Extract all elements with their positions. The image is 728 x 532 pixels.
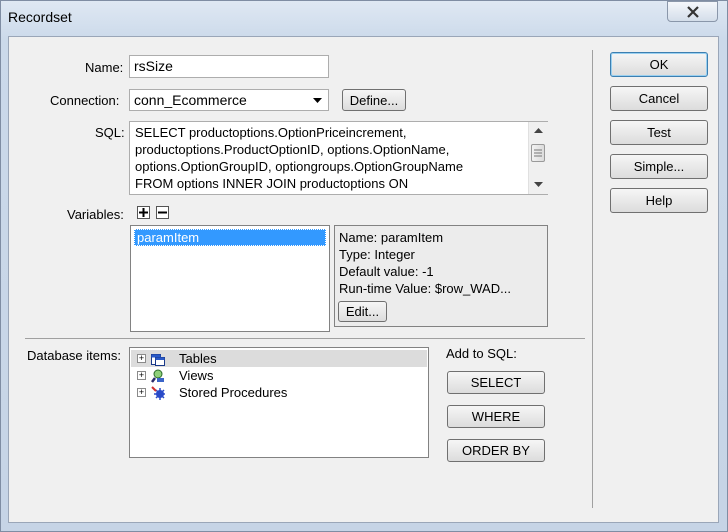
tables-icon (151, 353, 165, 366)
remove-variable-button[interactable] (156, 206, 169, 219)
chevron-down-icon (313, 98, 322, 103)
tree-item-stored-procedures[interactable]: + Stored Procedures (131, 384, 287, 401)
vertical-divider (592, 50, 593, 508)
connection-label: Connection: (50, 93, 120, 108)
views-icon (151, 369, 164, 383)
variable-type-text: Type: Integer (339, 247, 415, 262)
edit-variable-button[interactable]: Edit... (338, 301, 387, 322)
tree-item-label: Stored Procedures (179, 385, 288, 400)
tree-item-views[interactable]: + Views (131, 367, 213, 384)
cancel-button[interactable]: Cancel (610, 86, 708, 111)
name-label: Name: (85, 60, 124, 75)
sql-line: FROM options INNER JOIN productoptions O… (135, 176, 409, 191)
minus-icon (158, 211, 167, 214)
help-button[interactable]: Help (610, 188, 708, 213)
add-to-sql-label: Add to SQL: (446, 346, 517, 361)
scroll-thumb[interactable] (531, 144, 545, 162)
define-button[interactable]: Define... (342, 89, 406, 111)
add-select-button[interactable]: SELECT (447, 371, 545, 394)
ok-button[interactable]: OK (610, 52, 708, 77)
sql-line: options.OptionGroupID, optiongroups.Opti… (135, 159, 464, 174)
variables-label: Variables: (67, 207, 124, 222)
variable-name-text: Name: paramItem (339, 230, 444, 245)
plus-icon (139, 208, 148, 217)
section-divider (25, 338, 585, 339)
sql-line: productoptions.ProductOptionID, options.… (135, 142, 450, 157)
sql-line: SELECT productoptions.OptionPriceincreme… (135, 125, 407, 140)
sql-textarea[interactable]: SELECT productoptions.OptionPriceincreme… (129, 121, 548, 195)
variable-default-text: Default value: -1 (339, 264, 434, 279)
scroll-down-icon[interactable] (534, 182, 543, 187)
close-icon (686, 5, 699, 18)
name-input[interactable]: rsSize (129, 55, 329, 78)
expand-icon[interactable]: + (137, 371, 146, 380)
title-bar[interactable]: Recordset (0, 0, 728, 36)
simple-button[interactable]: Simple... (610, 154, 708, 179)
tree-item-label: Views (179, 368, 214, 383)
test-button[interactable]: Test (610, 120, 708, 145)
connection-select[interactable]: conn_Ecommerce (129, 89, 329, 111)
expand-icon[interactable]: + (137, 354, 146, 363)
expand-icon[interactable]: + (137, 388, 146, 397)
connection-value: conn_Ecommerce (134, 92, 247, 108)
list-item[interactable]: paramItem (134, 229, 326, 246)
database-items-tree[interactable]: + Tables + Views + Stored Procedures (129, 347, 429, 458)
grip-icon (534, 149, 542, 157)
add-orderby-button[interactable]: ORDER BY (447, 439, 545, 462)
add-where-button[interactable]: WHERE (447, 405, 545, 428)
variables-list[interactable]: paramItem (130, 225, 330, 332)
close-button[interactable] (667, 1, 718, 22)
sql-label: SQL: (95, 125, 125, 140)
variable-runtime-text: Run-time Value: $row_WAD... (339, 281, 511, 296)
tree-item-tables[interactable]: + Tables (131, 350, 427, 367)
window-title: Recordset (8, 9, 72, 25)
tree-item-label: Tables (179, 351, 217, 366)
db-items-label: Database items: (27, 348, 121, 363)
scroll-up-icon[interactable] (534, 128, 543, 133)
stored-procedures-icon (151, 385, 165, 400)
sql-scrollbar[interactable] (528, 122, 548, 194)
add-variable-button[interactable] (137, 206, 150, 219)
